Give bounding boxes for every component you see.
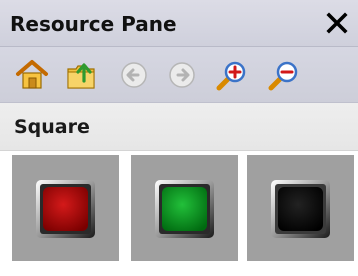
zoom-in-icon[interactable] — [214, 57, 250, 93]
red-square-button[interactable] — [12, 155, 119, 261]
resource-grid — [0, 151, 358, 276]
forward-arrow-icon[interactable] — [164, 57, 200, 93]
green-square-button[interactable] — [131, 155, 238, 261]
back-arrow-icon[interactable] — [116, 57, 152, 93]
zoom-out-icon[interactable] — [266, 57, 302, 93]
close-icon[interactable] — [324, 10, 350, 36]
pane-title: Resource Pane — [10, 12, 177, 36]
resource-pane: Resource Pane Square — [0, 0, 358, 276]
folder-up-icon[interactable] — [64, 57, 100, 93]
title-bar: Resource Pane — [0, 0, 358, 47]
section-label: Square — [14, 116, 90, 138]
black-square-button[interactable] — [247, 155, 354, 261]
home-icon[interactable] — [14, 57, 50, 93]
section-header: Square — [0, 103, 358, 151]
toolbar — [0, 47, 358, 103]
